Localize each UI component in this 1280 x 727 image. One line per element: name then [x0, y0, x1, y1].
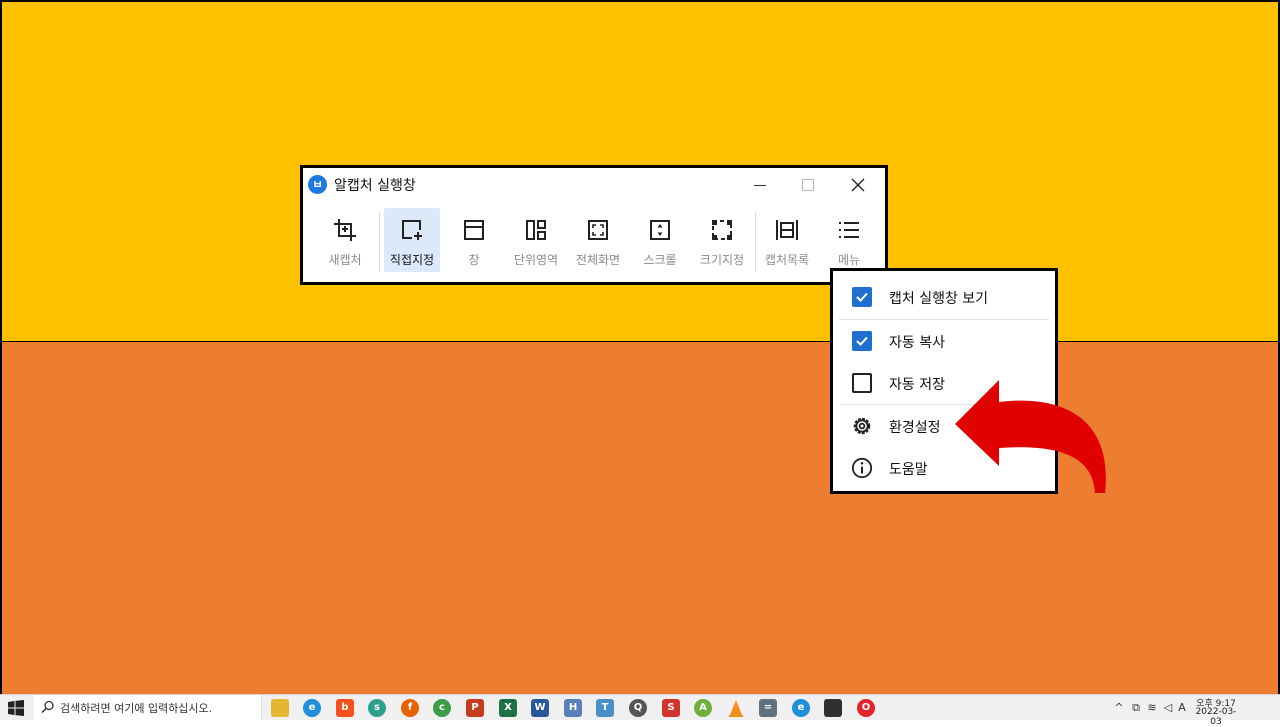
crop-icon	[334, 219, 356, 241]
maximize-button[interactable]	[791, 172, 825, 198]
tool-scroll[interactable]: 스크롤	[632, 208, 688, 272]
windows-start-icon[interactable]	[8, 700, 24, 716]
tool-label: 크기지정	[699, 253, 745, 267]
file-explorer-taskbar-icon[interactable]	[270, 698, 290, 718]
tool-window[interactable]: 창	[446, 208, 502, 272]
clock-date: 2022-03-03	[1195, 707, 1237, 727]
region-select-icon	[402, 220, 422, 240]
tool-capture-list[interactable]: 캡처목록	[759, 208, 815, 272]
close-icon	[851, 178, 865, 192]
ime-indicator[interactable]: A	[1176, 699, 1188, 717]
curved-red-arrow-icon	[955, 380, 1106, 493]
brave-taskbar-icon[interactable]: b	[335, 698, 355, 718]
tool-label: 스크롤	[643, 253, 677, 267]
unit-area-icon	[526, 220, 546, 240]
excel-taskbar-icon[interactable]: X	[498, 698, 518, 718]
network-icon[interactable]: ≋	[1146, 699, 1158, 717]
menu-item-show-capture-window[interactable]: 캡처 실행창 보기	[833, 276, 1055, 318]
scroll-icon	[650, 220, 670, 240]
app-taskbar-icon[interactable]: A	[693, 698, 713, 718]
app-taskbar-icon[interactable]: s	[367, 698, 387, 718]
capture-window: ㅂ 알캡처 실행창 새캡처 직접지정 창 단위영역 전체화면 스크롤 크기지정 …	[300, 165, 888, 285]
app-taskbar-icon[interactable]: S	[661, 698, 681, 718]
app-taskbar-icon[interactable]: H	[563, 698, 583, 718]
menu-icon	[839, 222, 859, 238]
search-app-taskbar-icon[interactable]: Q	[628, 698, 648, 718]
tool-fullscreen[interactable]: 전체화면	[570, 208, 626, 272]
menu-item-label: 도움말	[889, 462, 928, 478]
title-bar[interactable]: ㅂ 알캡처 실행창	[303, 168, 885, 200]
tool-label: 캡처목록	[764, 253, 810, 267]
taskbar: 검색하려면 여기에 입력하십시오. e b s f c P X W H T Q …	[0, 694, 1280, 727]
tool-menu[interactable]: 메뉴	[821, 208, 877, 272]
sticky-notes-taskbar-icon[interactable]	[823, 698, 843, 718]
app-taskbar-icon[interactable]: T	[595, 698, 615, 718]
checkbox-checked[interactable]	[852, 287, 872, 307]
search-icon	[41, 700, 54, 713]
checkmark-icon	[856, 292, 868, 302]
capture-list-icon	[776, 220, 798, 240]
opera-taskbar-icon[interactable]: O	[856, 698, 876, 718]
tool-label: 메뉴	[837, 253, 861, 267]
menu-item-label: 캡처 실행창 보기	[889, 291, 989, 307]
word-taskbar-icon[interactable]: W	[530, 698, 550, 718]
search-placeholder: 검색하려면 여기에 입력하십시오.	[60, 702, 213, 715]
tray-app-icon[interactable]: ⧉	[1130, 699, 1142, 717]
volume-muted-icon[interactable]: ◁	[1162, 699, 1174, 717]
powerpoint-taskbar-icon[interactable]: P	[465, 698, 485, 718]
tool-label: 단위영역	[513, 253, 559, 267]
taskbar-search-box[interactable]: 검색하려면 여기에 입력하십시오.	[34, 695, 262, 720]
calculator-taskbar-icon[interactable]: =	[758, 698, 778, 718]
menu-item-label: 자동 복사	[889, 335, 945, 351]
menu-item-auto-copy[interactable]: 자동 복사	[833, 320, 1055, 362]
info-icon	[851, 457, 873, 479]
chrome-taskbar-icon[interactable]: c	[432, 698, 452, 718]
fixed-size-icon	[712, 220, 732, 240]
vlc-taskbar-icon[interactable]	[726, 698, 746, 718]
firefox-taskbar-icon[interactable]: f	[400, 698, 420, 718]
minimize-button[interactable]	[743, 172, 777, 198]
checkbox-unchecked[interactable]	[852, 373, 872, 393]
close-button[interactable]	[841, 172, 875, 198]
tool-new-capture[interactable]: 새캡처	[317, 208, 373, 272]
taskbar-clock[interactable]: 오후 9:17 2022-03-03	[1190, 695, 1242, 727]
vlc-cone-icon	[729, 700, 743, 717]
checkbox-checked[interactable]	[852, 331, 872, 351]
checkmark-icon	[856, 336, 868, 346]
gear-icon	[853, 417, 871, 435]
tool-label: 창	[468, 253, 480, 267]
tool-label: 직접지정	[389, 253, 435, 267]
chevron-up-icon[interactable]: ^	[1113, 699, 1125, 717]
tool-region-select[interactable]: 직접지정	[384, 208, 440, 272]
capture-toolbar: 새캡처 직접지정 창 단위영역 전체화면 스크롤 크기지정 캡처목록 메뉴	[303, 206, 885, 282]
window-icon	[464, 220, 484, 240]
window-title: 알캡처 실행창	[334, 178, 416, 194]
tool-unit-area[interactable]: 단위영역	[508, 208, 564, 272]
menu-item-label: 환경설정	[889, 420, 941, 436]
screen: ㅂ 알캡처 실행창 새캡처 직접지정 창 단위영역 전체화면 스크롤 크기지정 …	[0, 0, 1280, 727]
tool-label: 새캡처	[328, 253, 362, 267]
menu-item-label: 자동 저장	[889, 377, 945, 393]
tool-label: 전체화면	[575, 253, 621, 267]
tool-fixed-size[interactable]: 크기지정	[694, 208, 750, 272]
alcapture-logo-icon: ㅂ	[308, 175, 327, 194]
edge-taskbar-icon[interactable]: e	[302, 698, 322, 718]
edge-taskbar-icon[interactable]: e	[791, 698, 811, 718]
fullscreen-icon	[588, 220, 608, 240]
